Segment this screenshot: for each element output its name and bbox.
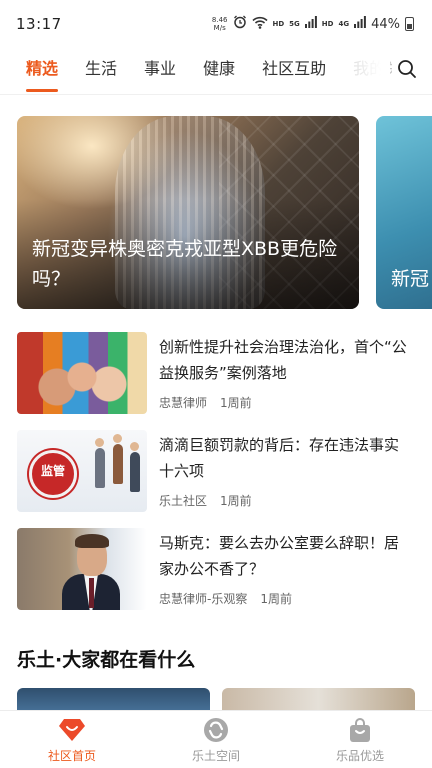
figure-head [130, 442, 139, 451]
nav-letu-space[interactable]: 乐土空间 [144, 711, 288, 768]
tab-community-help[interactable]: 社区互助 [262, 48, 326, 94]
news-author: 忠慧律师-乐观察 [159, 592, 248, 606]
status-indicators: 8.46 M/s HD 5G HD 4G 44% [212, 15, 414, 33]
hd-indicator-1: HD [272, 20, 285, 28]
signal-bars-icon [304, 16, 317, 32]
home-diamond-icon [58, 716, 86, 744]
news-author: 乐土社区 [159, 494, 208, 508]
news-time: 1周前 [260, 592, 292, 606]
news-title: 创新性提升社会治理法治化，首个“公益换服务”案例落地 [159, 338, 407, 382]
tab-life[interactable]: 生活 [85, 48, 117, 94]
bottom-nav: 社区首页 乐土空间 乐品优选 [0, 710, 432, 768]
wifi-icon [251, 16, 268, 33]
figure-head [113, 434, 122, 443]
status-bar: 13:17 8.46 M/s HD 5G HD 4G 44% [0, 0, 432, 48]
banner-next-title: 新冠 [391, 268, 430, 290]
tab-health[interactable]: 健康 [203, 48, 235, 94]
nav-label: 社区首页 [47, 749, 96, 763]
figure-body [113, 444, 123, 484]
alarm-icon [233, 15, 247, 33]
news-item[interactable]: 创新性提升社会治理法治化，首个“公益换服务”案例落地 忠慧律师 1周前 [17, 332, 417, 414]
search-button[interactable] [392, 56, 422, 86]
signal-5g-label: 5G [289, 20, 300, 28]
banner-card[interactable]: 新冠变异株奥密克戎亚型XBB更危险吗？ [17, 116, 359, 309]
network-speed-unit: M/s [213, 24, 226, 32]
battery-icon [405, 17, 414, 31]
news-meta: 忠慧律师-乐观察 1周前 [159, 590, 292, 607]
battery-percent: 44% [371, 16, 400, 32]
figure-body [130, 452, 140, 492]
news-meta: 乐土社区 1周前 [159, 492, 252, 509]
news-thumbnail: 监管 [17, 430, 147, 512]
space-swirl-icon [202, 716, 230, 744]
tab-career[interactable]: 事业 [144, 48, 176, 94]
banner-next-card[interactable]: 新冠 [376, 116, 432, 309]
figure-body [95, 448, 105, 488]
photo-hair [75, 534, 109, 548]
network-speed-value: 8.46 [211, 16, 228, 24]
nav-community-home[interactable]: 社区首页 [0, 711, 144, 768]
signal-4g-label: 4G [338, 20, 350, 28]
news-title: 滴滴巨额罚款的背后：存在违法事实十六项 [159, 436, 400, 480]
news-time: 1周前 [220, 494, 252, 508]
nav-label: 乐品优选 [335, 749, 384, 763]
news-author: 忠慧律师 [159, 396, 208, 410]
news-thumbnail [17, 332, 147, 414]
nav-label: 乐土空间 [191, 749, 240, 763]
hd-indicator-2: HD [321, 20, 334, 28]
news-thumbnail [17, 528, 147, 610]
news-time: 1周前 [220, 396, 252, 410]
tabs-divider [0, 94, 432, 95]
signal-bars-icon [354, 16, 366, 32]
tab-featured[interactable]: 精选 [26, 48, 59, 94]
photo-tie [89, 578, 94, 608]
news-item[interactable]: 监管 滴滴巨额罚款的背后：存在违法事实十六项 乐土社区 1周前 [17, 430, 417, 512]
tab-overflow-fade [330, 48, 390, 94]
network-speed: 8.46 M/s [212, 16, 228, 32]
shopping-bag-icon [346, 716, 374, 744]
nav-selected-goods[interactable]: 乐品优选 [288, 711, 432, 768]
regulation-badge-text: 监管 [40, 464, 65, 478]
status-time: 13:17 [16, 15, 62, 33]
news-item[interactable]: 马斯克：要么去办公室要么辞职！居家办公不香了？ 忠慧律师-乐观察 1周前 [17, 528, 417, 610]
figure-head [95, 438, 104, 447]
search-icon [397, 59, 417, 83]
news-title: 马斯克：要么去办公室要么辞职！居家办公不香了？ [159, 534, 400, 578]
section-title: 乐土·大家都在看什么 [17, 649, 196, 671]
banner-title: 新冠变异株奥密克戎亚型XBB更危险吗？ [32, 238, 338, 290]
news-meta: 忠慧律师 1周前 [159, 394, 252, 411]
